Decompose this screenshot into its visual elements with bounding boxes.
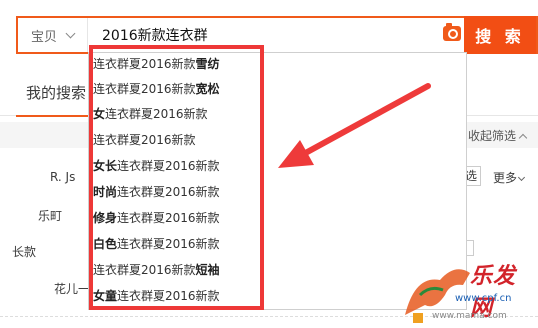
watermark-url-secondary: www.mama.com xyxy=(432,311,507,321)
chevron-up-icon xyxy=(518,133,528,142)
brand-lemon[interactable]: 乐町 xyxy=(38,207,62,224)
chevron-down-small-icon xyxy=(517,173,526,182)
active-tab-underline xyxy=(16,115,96,117)
search-scope-label: 宝贝 xyxy=(30,29,57,45)
search-scope-select[interactable]: 宝贝 xyxy=(18,18,88,52)
brand-r-js[interactable]: R. Js xyxy=(50,170,75,184)
collapse-filter-button[interactable]: 收起筛选 xyxy=(468,127,528,144)
watermark-url: www.cpf.cn xyxy=(455,293,512,304)
long-style-option[interactable]: 长款 xyxy=(12,243,36,260)
more-label: 更多 xyxy=(493,171,518,185)
search-button[interactable]: 搜 索 xyxy=(464,16,536,54)
my-search-tab[interactable]: 我的搜索 xyxy=(26,82,86,103)
brand-flower[interactable]: 花儿一 xyxy=(54,280,90,297)
camera-icon[interactable] xyxy=(443,23,461,41)
highlight-box xyxy=(89,45,264,310)
more-button[interactable]: 更多 xyxy=(493,169,526,186)
collapse-filter-label: 收起筛选 xyxy=(468,129,517,143)
chevron-down-icon xyxy=(65,28,76,38)
